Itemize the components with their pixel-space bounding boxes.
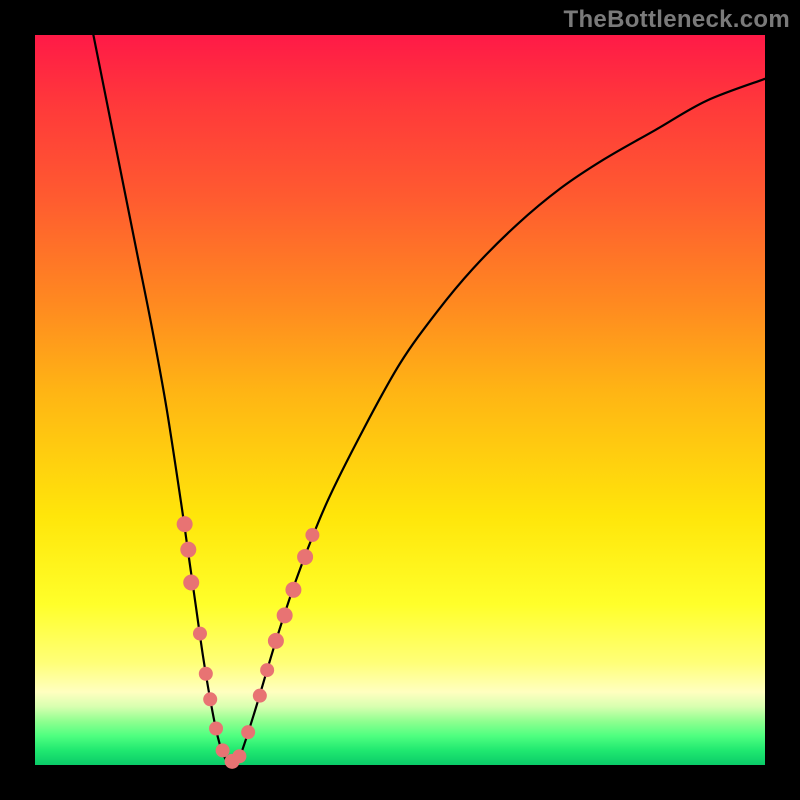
curve-marker bbox=[203, 692, 217, 706]
curve-marker bbox=[232, 749, 246, 763]
curve-marker bbox=[180, 542, 196, 558]
curve-marker bbox=[253, 689, 267, 703]
chart-svg bbox=[35, 35, 765, 765]
curve-marker bbox=[193, 627, 207, 641]
curve-marker bbox=[285, 582, 301, 598]
chart-frame: TheBottleneck.com bbox=[0, 0, 800, 800]
curve-marker bbox=[305, 528, 319, 542]
marker-layer bbox=[177, 516, 320, 769]
curve-marker bbox=[209, 722, 223, 736]
watermark-text: TheBottleneck.com bbox=[564, 6, 790, 34]
curve-marker bbox=[297, 549, 313, 565]
curve-marker bbox=[183, 575, 199, 591]
curve-marker bbox=[277, 607, 293, 623]
bottleneck-curve bbox=[93, 35, 765, 765]
plot-area bbox=[35, 35, 765, 765]
curve-layer bbox=[93, 35, 765, 765]
curve-marker bbox=[199, 667, 213, 681]
curve-marker bbox=[260, 663, 274, 677]
curve-marker bbox=[177, 516, 193, 532]
curve-marker bbox=[268, 633, 284, 649]
curve-marker bbox=[241, 725, 255, 739]
curve-marker bbox=[216, 743, 230, 757]
